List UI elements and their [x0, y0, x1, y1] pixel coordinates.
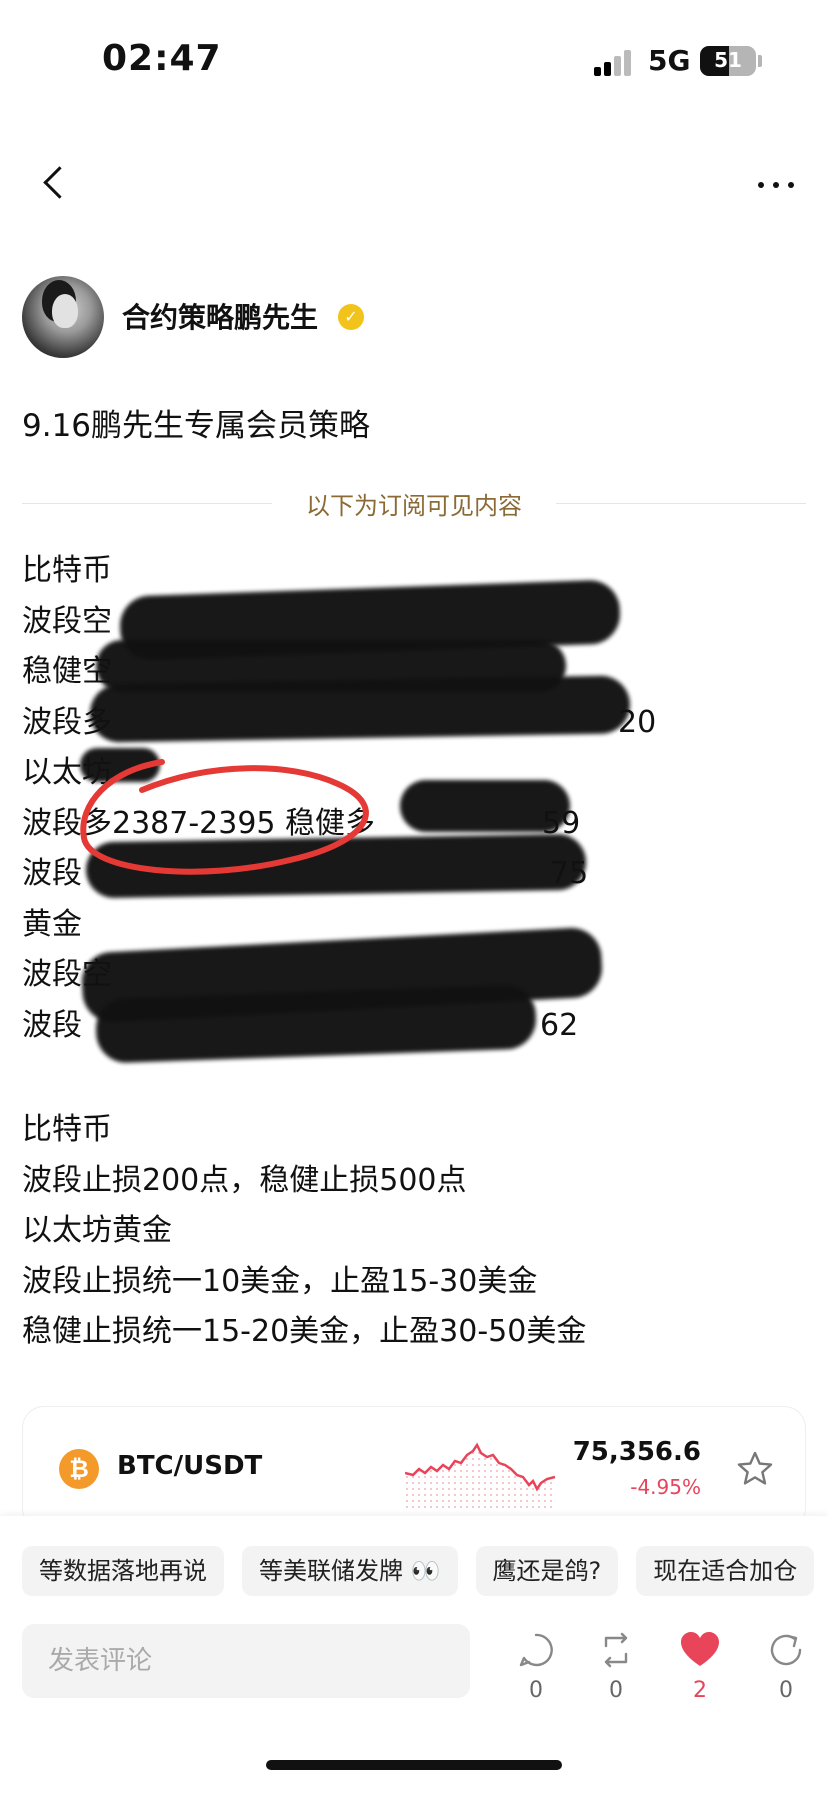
post-line-tail: 62: [540, 1007, 579, 1043]
repost-count: 0: [609, 1678, 623, 1703]
post-line: 以太坊黄金: [22, 1213, 172, 1248]
topic-chip[interactable]: 等数据落地再说: [22, 1546, 224, 1596]
post-line-text: 波段: [22, 1007, 82, 1043]
battery-percent: 51: [714, 48, 742, 72]
ticker-price: 75,356.6: [572, 1437, 701, 1467]
star-icon[interactable]: [735, 1449, 775, 1489]
topic-chips: 等数据落地再说 等美联储发牌 👀 鹰还是鸽? 现在适合加仓: [22, 1546, 828, 1596]
comment-icon: [519, 1633, 553, 1667]
comment-button[interactable]: 0: [506, 1630, 566, 1714]
red-circle-annotation: [80, 759, 369, 875]
redaction-scribble: [89, 675, 631, 743]
redaction-scribble: [400, 780, 570, 832]
more-options-icon[interactable]: [758, 170, 808, 200]
share-button[interactable]: 0: [756, 1630, 816, 1714]
post-line: 波段止损200点，稳健止损500点: [22, 1162, 467, 1198]
share-icon: [770, 1634, 802, 1666]
status-bar: 02:47 5G 51: [0, 0, 828, 120]
author-avatar[interactable]: [22, 276, 104, 358]
post-title: 9.16鹏先生专属会员策略: [22, 408, 371, 444]
repost-icon: [604, 1632, 628, 1668]
like-count: 2: [693, 1678, 707, 1703]
like-button[interactable]: 2: [670, 1630, 730, 1714]
post-body-stoploss: 比特币 波段止损200点，稳健止损500点 以太坊黄金 波段止损统一10美金，止…: [22, 1105, 782, 1358]
subscription-divider-text: 以下为订阅可见内容: [306, 492, 522, 520]
ticker-pair: BTC/USDT: [117, 1451, 263, 1481]
comment-count: 0: [529, 1678, 543, 1703]
post-line: 波段止损统一10美金，止盈15-30美金: [22, 1263, 538, 1299]
post-line: 稳健止损统一15-20美金，止盈30-50美金: [22, 1314, 587, 1349]
topic-chip[interactable]: 等美联储发牌 👀: [242, 1546, 458, 1596]
price-sparkline: [405, 1442, 556, 1509]
back-chevron-icon[interactable]: [36, 158, 76, 208]
repost-button[interactable]: 0: [586, 1630, 646, 1714]
ticker-card[interactable]: ₿ BTC/USDT 75,356.6 -4.95%: [22, 1406, 806, 1530]
bottom-panel: 等数据落地再说 等美联储发牌 👀 鹰还是鸽? 现在适合加仓 发表评论 0 0 2 0: [0, 1516, 828, 1796]
network-type: 5G: [648, 44, 691, 77]
home-indicator: [266, 1760, 562, 1770]
topic-chip[interactable]: 鹰还是鸽?: [475, 1546, 619, 1596]
post-line: 比特币: [22, 1112, 112, 1147]
status-time: 02:47: [102, 38, 222, 79]
subscription-divider: 以下为订阅可见内容: [22, 486, 806, 520]
topic-chip[interactable]: 现在适合加仓: [636, 1546, 815, 1596]
bitcoin-icon: ₿: [59, 1449, 99, 1489]
battery-icon: 51: [700, 46, 756, 76]
heart-icon: [681, 1632, 719, 1666]
battery-tip: [758, 55, 762, 67]
author-name[interactable]: 合约策略鹏先生: [122, 296, 318, 336]
comment-input[interactable]: 发表评论: [22, 1624, 470, 1698]
ticker-change: -4.95%: [630, 1475, 701, 1499]
signal-icon: [594, 50, 634, 76]
verified-badge-icon: ✓: [338, 304, 364, 330]
share-count: 0: [779, 1678, 793, 1703]
